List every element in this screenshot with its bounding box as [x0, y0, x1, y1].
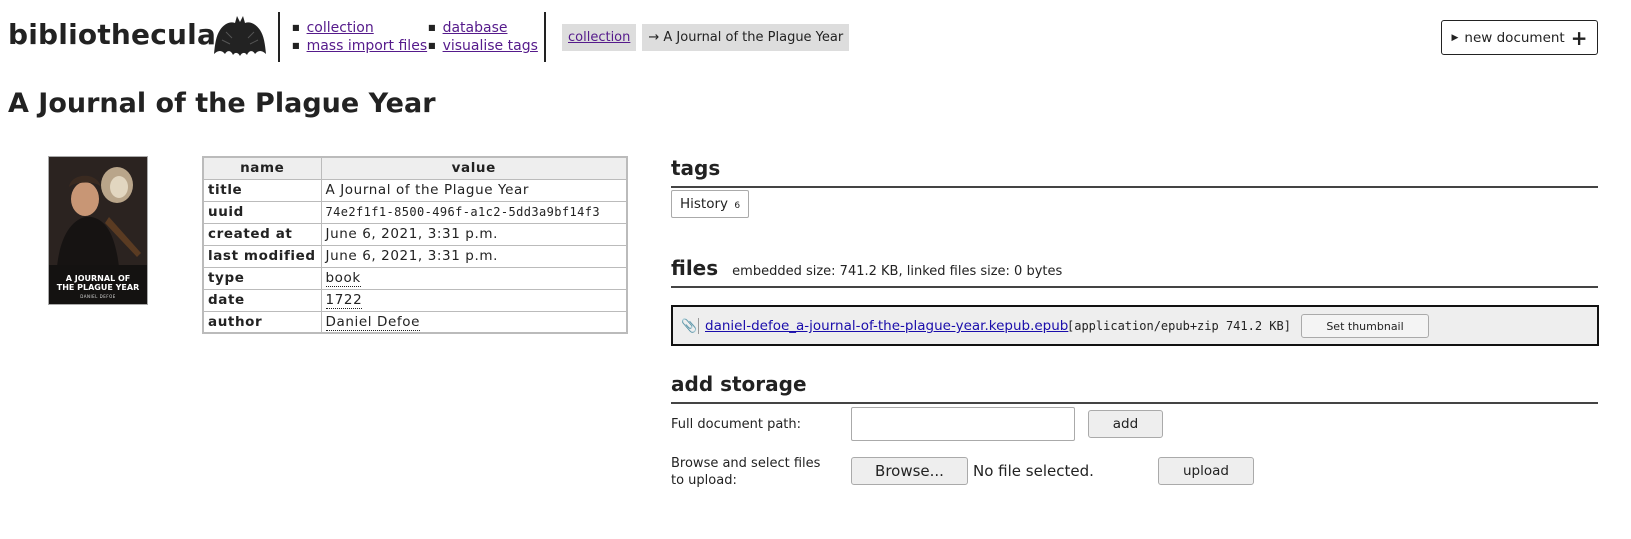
nav-column-2: database visualise tags	[428, 20, 538, 56]
page-title: A Journal of the Plague Year	[8, 88, 436, 119]
row-value: 1722	[320, 288, 628, 312]
table-row: last modified June 6, 2021, 3:31 p.m.	[202, 244, 628, 268]
plus-icon: +	[1570, 25, 1588, 50]
breadcrumb: collection → A Journal of the Plague Yea…	[562, 24, 850, 51]
table-row: date 1722	[202, 288, 628, 312]
row-key: author	[202, 310, 322, 334]
row-value: book	[320, 266, 628, 290]
file-link[interactable]: daniel-defoe_a-journal-of-the-plague-yea…	[705, 318, 1068, 334]
row-key: type	[202, 266, 322, 290]
row-value: A Journal of the Plague Year	[320, 178, 628, 202]
row-key: date	[202, 288, 322, 312]
row-key: last modified	[202, 244, 322, 268]
nav-column-1: collection mass import files	[292, 20, 428, 56]
row-key: uuid	[202, 200, 322, 224]
set-thumbnail-button[interactable]: Set thumbnail	[1301, 314, 1429, 338]
cover-author: DANIEL DEFOE	[80, 294, 116, 299]
document-path-input[interactable]	[851, 407, 1075, 441]
add-storage-heading: add storage	[671, 372, 1598, 404]
nav-item: collection	[292, 20, 427, 38]
tag-count: 6	[734, 201, 741, 211]
row-value: 74e2f1f1-8500-496f-a1c2-5dd3a9bf14f3	[320, 200, 628, 224]
header-divider	[278, 12, 280, 62]
cover-title-line: A JOURNAL OF	[65, 274, 131, 283]
files-heading-label: files	[671, 256, 719, 280]
file-row: 📎 daniel-defoe_a-journal-of-the-plague-y…	[671, 305, 1599, 346]
tag-chip[interactable]: History 6	[671, 190, 750, 218]
nav-link-mass-import[interactable]: mass import files	[307, 38, 428, 54]
files-heading: files embedded size: 741.2 KB, linked fil…	[671, 256, 1598, 288]
row-key: created at	[202, 222, 322, 246]
type-link[interactable]: book	[325, 270, 361, 287]
cover-title: A JOURNAL OF THE PLAGUE YEAR	[49, 274, 147, 292]
nav-item: database	[428, 20, 538, 38]
header: bibliothecula collection mass import fil…	[0, 0, 1631, 75]
document-thumbnail[interactable]: A JOURNAL OF THE PLAGUE YEAR DANIEL DEFO…	[48, 156, 148, 305]
browse-button[interactable]: Browse...	[851, 457, 968, 485]
row-value: June 6, 2021, 3:31 p.m.	[320, 222, 628, 246]
nav-link-database[interactable]: database	[443, 20, 508, 36]
row-value: June 6, 2021, 3:31 p.m.	[320, 244, 628, 268]
nav-item: visualise tags	[428, 38, 538, 56]
breadcrumb-current: → A Journal of the Plague Year	[642, 24, 850, 51]
table-row: created at June 6, 2021, 3:31 p.m.	[202, 222, 628, 246]
browse-label: Browse and select files to upload:	[671, 455, 820, 489]
bat-logo-icon	[214, 16, 266, 56]
upload-button[interactable]: upload	[1158, 457, 1254, 485]
author-link[interactable]: Daniel Defoe	[325, 313, 421, 331]
table-row: uuid 74e2f1f1-8500-496f-a1c2-5dd3a9bf14f…	[202, 200, 628, 224]
disclosure-triangle-icon: ▶	[1451, 32, 1459, 43]
table-header-row: name value	[202, 156, 628, 180]
table-row: title A Journal of the Plague Year	[202, 178, 628, 202]
file-row-divider	[698, 318, 699, 334]
column-header-name: name	[202, 156, 322, 180]
nav-link-visualise-tags[interactable]: visualise tags	[443, 38, 538, 54]
table-row: author Daniel Defoe	[202, 310, 628, 334]
nav-item: mass import files	[292, 38, 428, 56]
row-key: title	[202, 178, 322, 202]
no-file-status: No file selected.	[973, 462, 1094, 480]
browse-label-line: to upload:	[671, 473, 737, 488]
header-divider	[544, 12, 546, 62]
path-label: Full document path:	[671, 417, 802, 432]
file-mime-size: [application/epub+zip 741.2 KB]	[1067, 319, 1291, 333]
browse-label-line: Browse and select files	[671, 456, 821, 471]
new-document-label: new document	[1464, 29, 1565, 46]
column-header-value: value	[320, 156, 628, 180]
table-row: type book	[202, 266, 628, 290]
cover-title-line: THE PLAGUE YEAR	[56, 283, 140, 292]
new-document-button[interactable]: ▶ new document +	[1441, 20, 1598, 55]
paperclip-icon: 📎	[681, 319, 698, 334]
breadcrumb-item: collection	[562, 24, 637, 51]
date-link[interactable]: 1722	[325, 292, 363, 309]
tags-heading: tags	[671, 156, 1598, 188]
tag-label: History	[680, 196, 729, 212]
row-value: Daniel Defoe	[320, 310, 628, 334]
brand-title[interactable]: bibliothecula	[8, 18, 216, 51]
add-button[interactable]: add	[1088, 410, 1163, 438]
breadcrumb-link-collection[interactable]: collection	[568, 30, 630, 45]
metadata-table: name value title A Journal of the Plague…	[202, 156, 628, 334]
files-size-info: embedded size: 741.2 KB, linked files si…	[732, 264, 1063, 279]
nav-link-collection[interactable]: collection	[307, 20, 374, 36]
